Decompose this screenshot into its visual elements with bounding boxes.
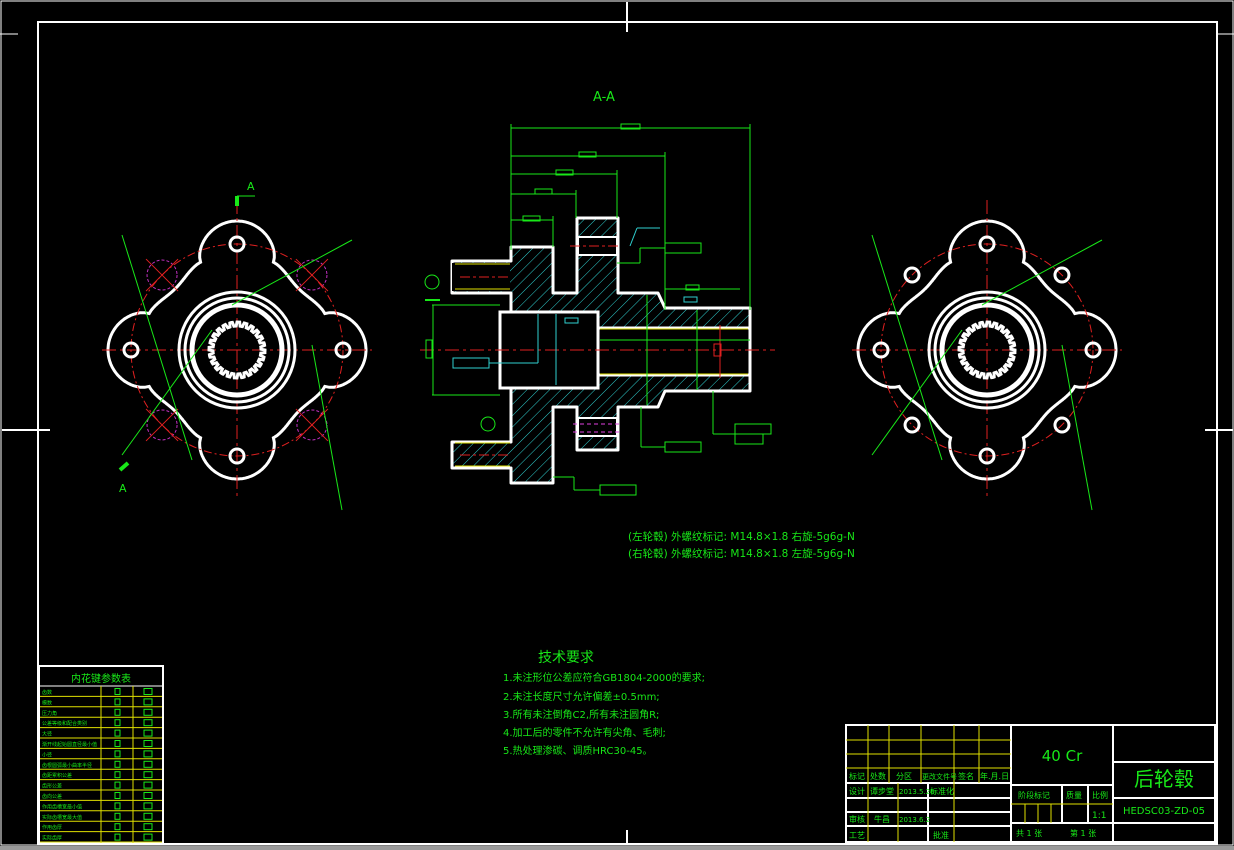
tech-req-item: 2.未注长度尺寸允许偏差±0.5mm; — [503, 690, 660, 703]
sheet-number: 第 1 张 — [1070, 828, 1096, 838]
spline-parameter-table: 内花键参数表 齿数模数压力角公差等级和配合类别大径渐开线起始圆直径最小值小径齿根… — [38, 665, 164, 844]
technical-requirements: 技术要求 1.未注形位公差应符合GB1804-2000的要求; 2.未注长度尺寸… — [503, 650, 705, 757]
thread-note-right: (右轮毂) 外螺纹标记: M14.8×1.8 左旋-5g6g-N — [628, 547, 855, 560]
title-block: 40 Cr 后轮毂 HEDSC03-ZD-05 标记 处数 分区 更改文件号 签… — [845, 724, 1216, 843]
spline-param-label: 小径 — [42, 751, 52, 758]
thread-notes: (左轮毂) 外螺纹标记: M14.8×1.8 右旋-5g6g-N (右轮毂) 外… — [628, 530, 855, 560]
front-view-left: AA — [102, 180, 372, 511]
review-label: 审核 — [849, 814, 865, 824]
spline-param-label: 大径 — [42, 731, 52, 738]
spline-param-label: 齿向公差 — [42, 793, 62, 800]
tech-req-item: 4.加工后的零件不允许有尖角、毛刺; — [503, 726, 666, 739]
spline-param-label: 齿距累积公差 — [42, 772, 72, 779]
design-label: 设计 — [849, 786, 865, 796]
section-label: A-A — [593, 90, 615, 105]
review-date: 2013.6.2 — [899, 816, 930, 824]
part-name: 后轮毂 — [1134, 767, 1194, 791]
stage-label: 阶段标记 — [1018, 790, 1050, 800]
spline-table-title: 内花键参数表 — [71, 672, 131, 685]
spline-param-label: 实际齿槽宽最大值 — [42, 814, 82, 821]
rear-view-right — [852, 200, 1122, 511]
sheet-count: 共 1 张 — [1016, 829, 1042, 838]
spline-param-label: 模数 — [42, 699, 52, 706]
spline-param-label: 实际齿厚 — [42, 835, 62, 842]
tech-req-item: 3.所有未注倒角C2,所有未注圆角R; — [503, 708, 659, 721]
approve-label: 批准 — [933, 830, 949, 840]
tech-req-title: 技术要求 — [538, 650, 594, 666]
reviewer: 牛昌 — [874, 814, 890, 824]
spline-param-label: 作用齿厚 — [42, 824, 62, 831]
header-cell: 更改文件号 — [922, 772, 957, 781]
process-label: 工艺 — [849, 831, 865, 840]
spline-param-label: 齿根圆弧最小曲率半径 — [42, 762, 92, 769]
header-cell: 处数 — [870, 771, 886, 781]
spline-param-label: 压力角 — [42, 710, 57, 717]
header-cell: 分区 — [896, 772, 912, 781]
bolt-hole — [903, 266, 921, 284]
scale-label: 比例 — [1092, 790, 1108, 800]
header-cell: 标记 — [849, 771, 865, 781]
scale-value: 1:1 — [1092, 811, 1106, 821]
header-cell: 年.月.日 — [980, 771, 1009, 781]
cut-marker-top: A — [247, 180, 255, 193]
spline-param-label: 渐开线起始圆直径最小值 — [42, 741, 97, 748]
spline-param-label: 作用齿槽宽最小值 — [42, 803, 82, 810]
material: 40 Cr — [1042, 747, 1083, 765]
spline-param-label: 齿数 — [42, 689, 52, 696]
standard-label: 标准化 — [930, 786, 954, 796]
section-view-a-a: A-A — [420, 90, 775, 496]
designer: 谭步堂 — [870, 786, 894, 796]
cad-drawing: AA A-A (左轮毂) 外螺纹标记: M14.8×1.8 右旋-5g6g-N … — [0, 0, 1234, 846]
drawing-number: HEDSC03-ZD-05 — [1123, 806, 1205, 817]
cut-marker-bottom: A — [119, 482, 127, 495]
status-bar — [0, 846, 1234, 850]
tech-req-item: 1.未注形位公差应符合GB1804-2000的要求; — [503, 671, 705, 684]
tech-req-item: 5.热处理渗碳、调质HRC30-45。 — [503, 744, 653, 757]
spline-param-label: 公差等级和配合类别 — [42, 720, 87, 727]
thread-note-left: (左轮毂) 外螺纹标记: M14.8×1.8 右旋-5g6g-N — [628, 530, 855, 543]
weight-label: 质量 — [1066, 790, 1082, 800]
spline-param-label: 齿形公差 — [42, 783, 62, 790]
header-cell: 签名 — [958, 771, 974, 781]
bolt-hole — [903, 416, 921, 434]
